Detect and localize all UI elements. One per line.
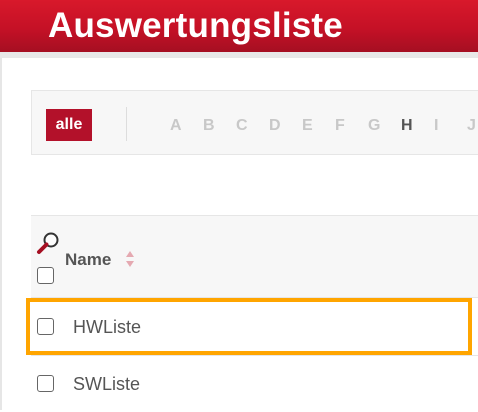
filter-letter-d[interactable]: D [269,115,302,137]
filter-letter-i[interactable]: I [434,115,467,137]
content-left-border [0,58,2,410]
page-title: Auswertungsliste [48,6,343,45]
filter-letter-e[interactable]: E [302,115,335,137]
filter-letter-j[interactable]: J [467,115,478,137]
filter-separator [126,107,127,141]
filter-all-button[interactable]: alle [46,109,92,141]
row-checkbox[interactable] [37,375,54,392]
alphabet-filter-bar: alle A B C D E F G H I J [31,90,478,155]
select-all-checkbox[interactable] [37,267,54,284]
filter-letter-a[interactable]: A [170,115,203,137]
table-row[interactable]: SWListe [31,356,478,412]
letter-filter-list: A B C D E F G H I J [170,115,478,137]
table-header: Name [31,215,478,298]
row-label[interactable]: HWListe [73,316,141,338]
filter-letter-b[interactable]: B [203,115,236,137]
app-header: Auswertungsliste [0,0,478,52]
row-label[interactable]: SWListe [73,373,140,395]
filter-letter-c[interactable]: C [236,115,269,137]
table-row[interactable]: HWListe [31,299,478,355]
sort-icon[interactable] [125,250,135,268]
header-divider [0,52,478,58]
search-icon[interactable] [36,230,62,256]
column-header-name[interactable]: Name [65,249,111,271]
filter-letter-g[interactable]: G [368,115,401,137]
filter-letter-h[interactable]: H [401,115,434,137]
row-checkbox[interactable] [37,318,54,335]
filter-letter-f[interactable]: F [335,115,368,137]
